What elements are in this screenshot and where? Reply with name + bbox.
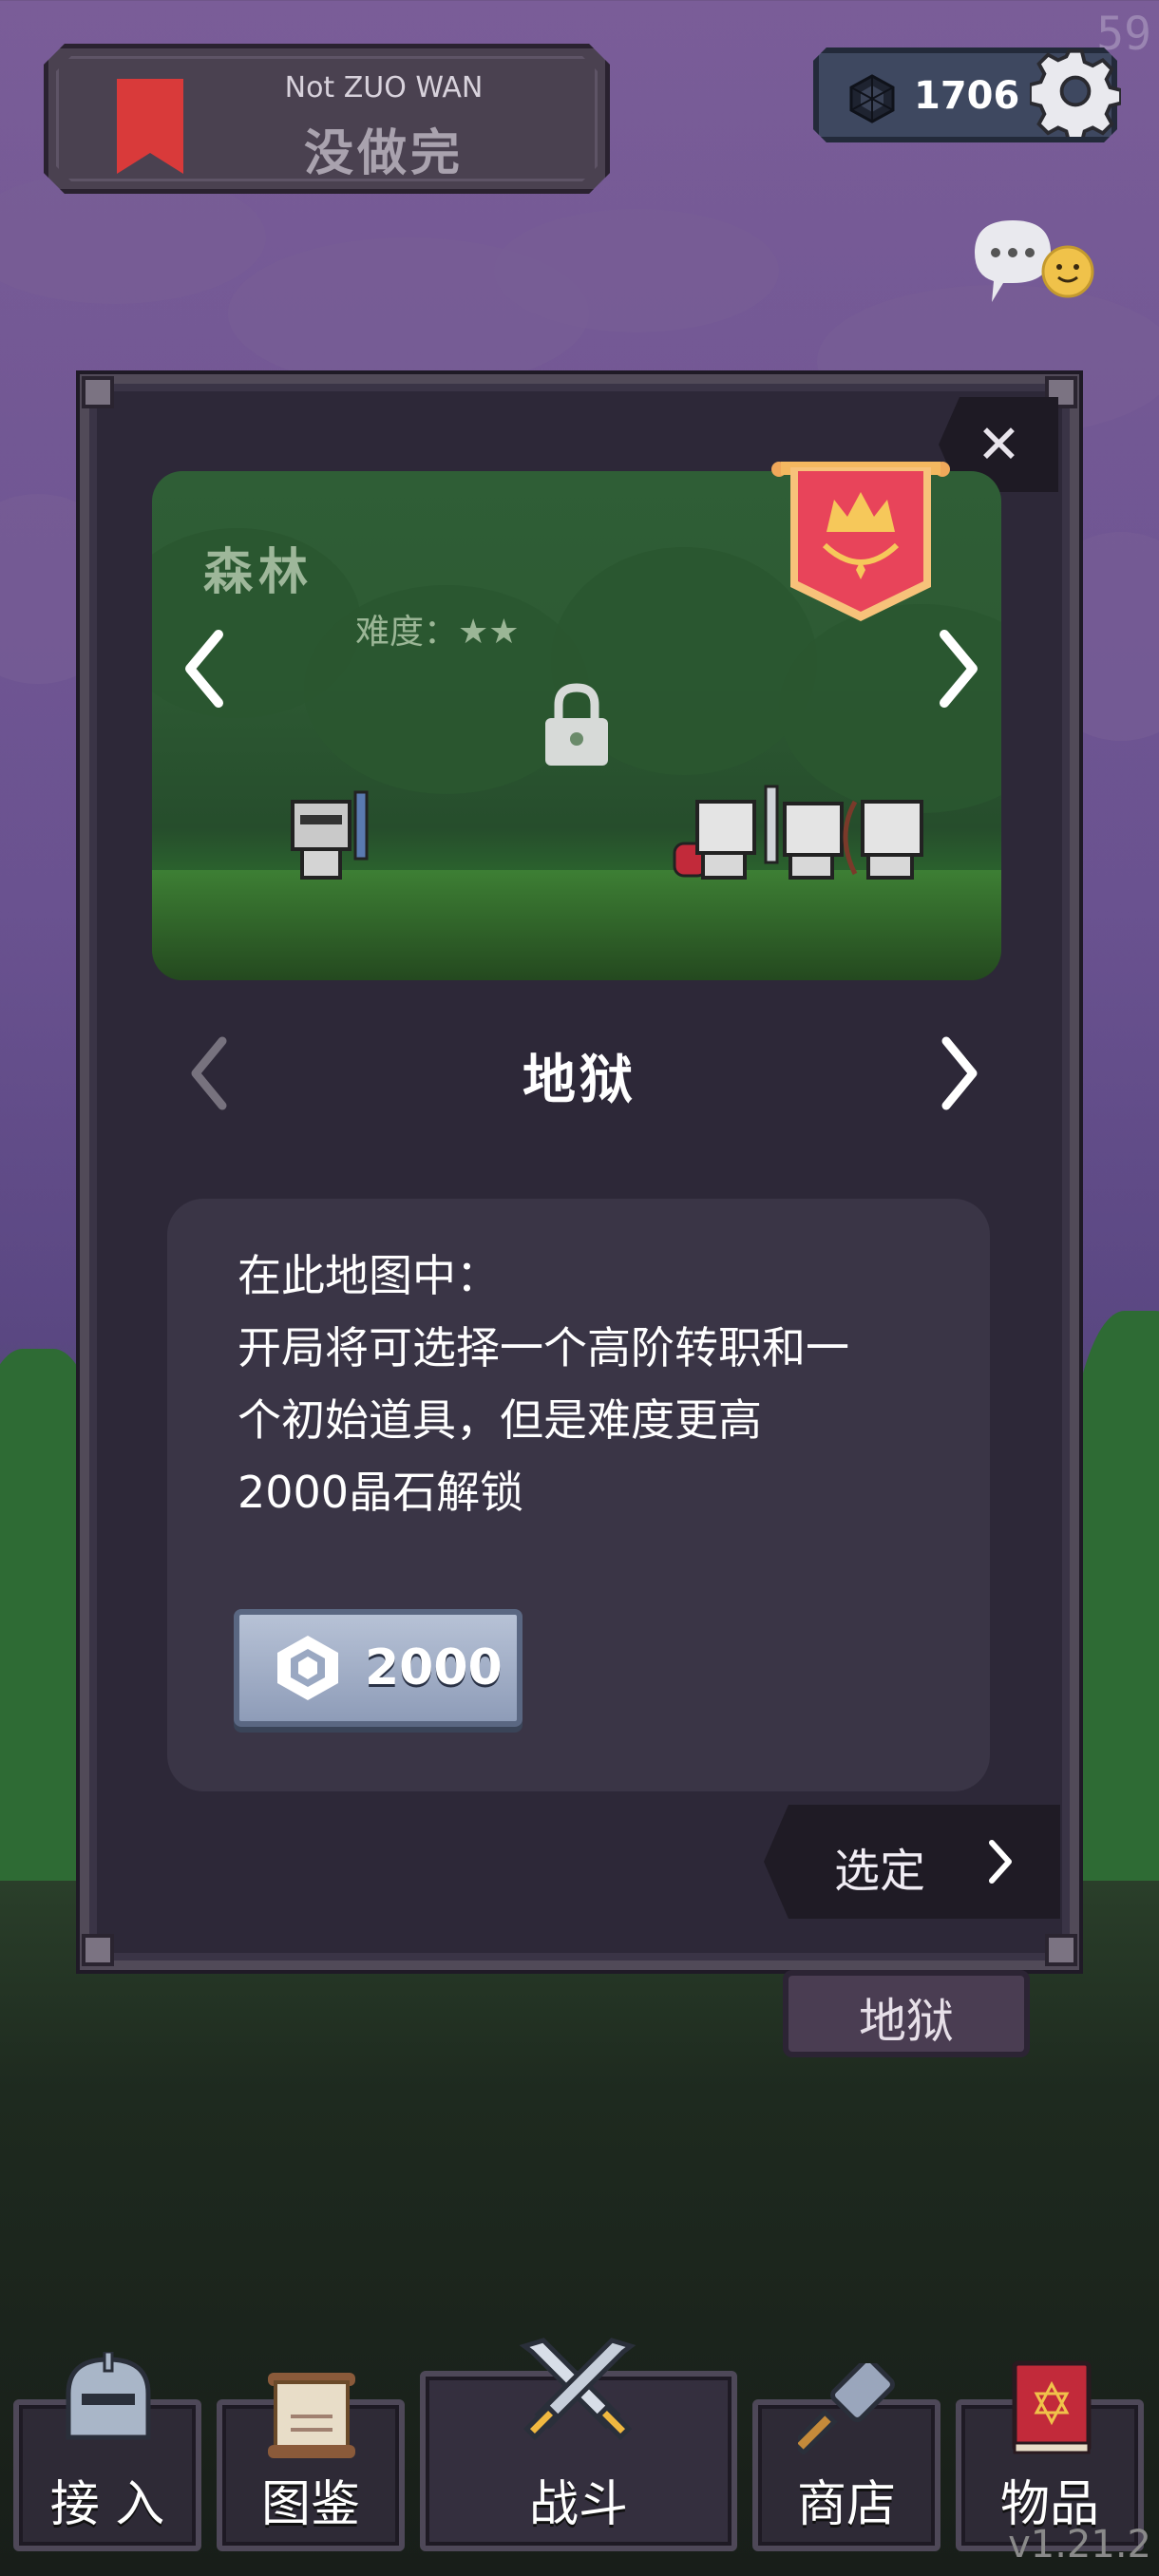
prev-map-arrow-icon[interactable] bbox=[180, 629, 228, 709]
nav-label-battle[interactable]: 战斗 bbox=[420, 2464, 737, 2535]
crystal-icon bbox=[847, 74, 897, 123]
settings-gear-icon[interactable] bbox=[1030, 46, 1121, 137]
character-sprites bbox=[291, 785, 923, 880]
chat-bubble-icon[interactable] bbox=[965, 215, 1098, 310]
close-icon[interactable]: ✕ bbox=[977, 414, 1021, 476]
knight-sprite bbox=[291, 790, 369, 880]
enemy-sprites bbox=[673, 785, 923, 880]
frame-corner bbox=[82, 376, 114, 408]
spellbook-icon[interactable] bbox=[1007, 2358, 1096, 2456]
frame-corner bbox=[1045, 1934, 1077, 1966]
select-button-label[interactable]: 选定 bbox=[834, 1833, 925, 1900]
version-label: v1.21.2 bbox=[1008, 2523, 1151, 2567]
difficulty-stars: ★★ bbox=[458, 613, 520, 652]
lock-icon bbox=[545, 683, 608, 766]
prev-mode-arrow-icon[interactable] bbox=[186, 1035, 232, 1111]
crystal-count: 1706 bbox=[914, 74, 1020, 118]
crossed-swords-icon[interactable] bbox=[511, 2337, 644, 2451]
profile-banner[interactable]: Not ZUO WAN 没做完 bbox=[44, 44, 610, 194]
profile-name: Not ZUO WAN bbox=[284, 71, 484, 104]
nav-label-join[interactable]: 接 入 bbox=[13, 2464, 201, 2535]
next-mode-arrow-icon[interactable] bbox=[937, 1035, 982, 1111]
description-line: 在此地图中： bbox=[238, 1250, 500, 1301]
chevron-right-icon[interactable] bbox=[986, 1839, 1015, 1885]
frame-corner bbox=[82, 1934, 114, 1966]
description-line: 个初始道具，但是难度更高 bbox=[238, 1394, 762, 1446]
helmet-icon[interactable] bbox=[59, 2352, 158, 2443]
difficulty-label: 难度： bbox=[355, 613, 459, 652]
current-mode-label: 地狱 bbox=[859, 1994, 954, 2049]
profile-status: 没做完 bbox=[303, 125, 464, 182]
description-line: 2000晶石解锁 bbox=[238, 1467, 524, 1518]
description-line: 开局将可选择一个高阶转职和一 bbox=[238, 1322, 849, 1373]
crown-banner-icon bbox=[771, 462, 950, 621]
map-difficulty: 难度：★★ bbox=[355, 604, 520, 653]
map-name: 森林 bbox=[203, 544, 314, 601]
unlock-cost[interactable]: 2000 bbox=[365, 1639, 503, 1696]
scroll-icon[interactable] bbox=[262, 2369, 361, 2460]
nav-label-shop[interactable]: 商店 bbox=[752, 2464, 940, 2535]
next-map-arrow-icon[interactable] bbox=[935, 629, 982, 709]
mode-title: 地狱 bbox=[522, 1050, 636, 1111]
crystal-icon bbox=[277, 1636, 338, 1700]
hammer-icon[interactable] bbox=[798, 2363, 897, 2454]
nav-label-codex[interactable]: 图鉴 bbox=[217, 2464, 405, 2535]
